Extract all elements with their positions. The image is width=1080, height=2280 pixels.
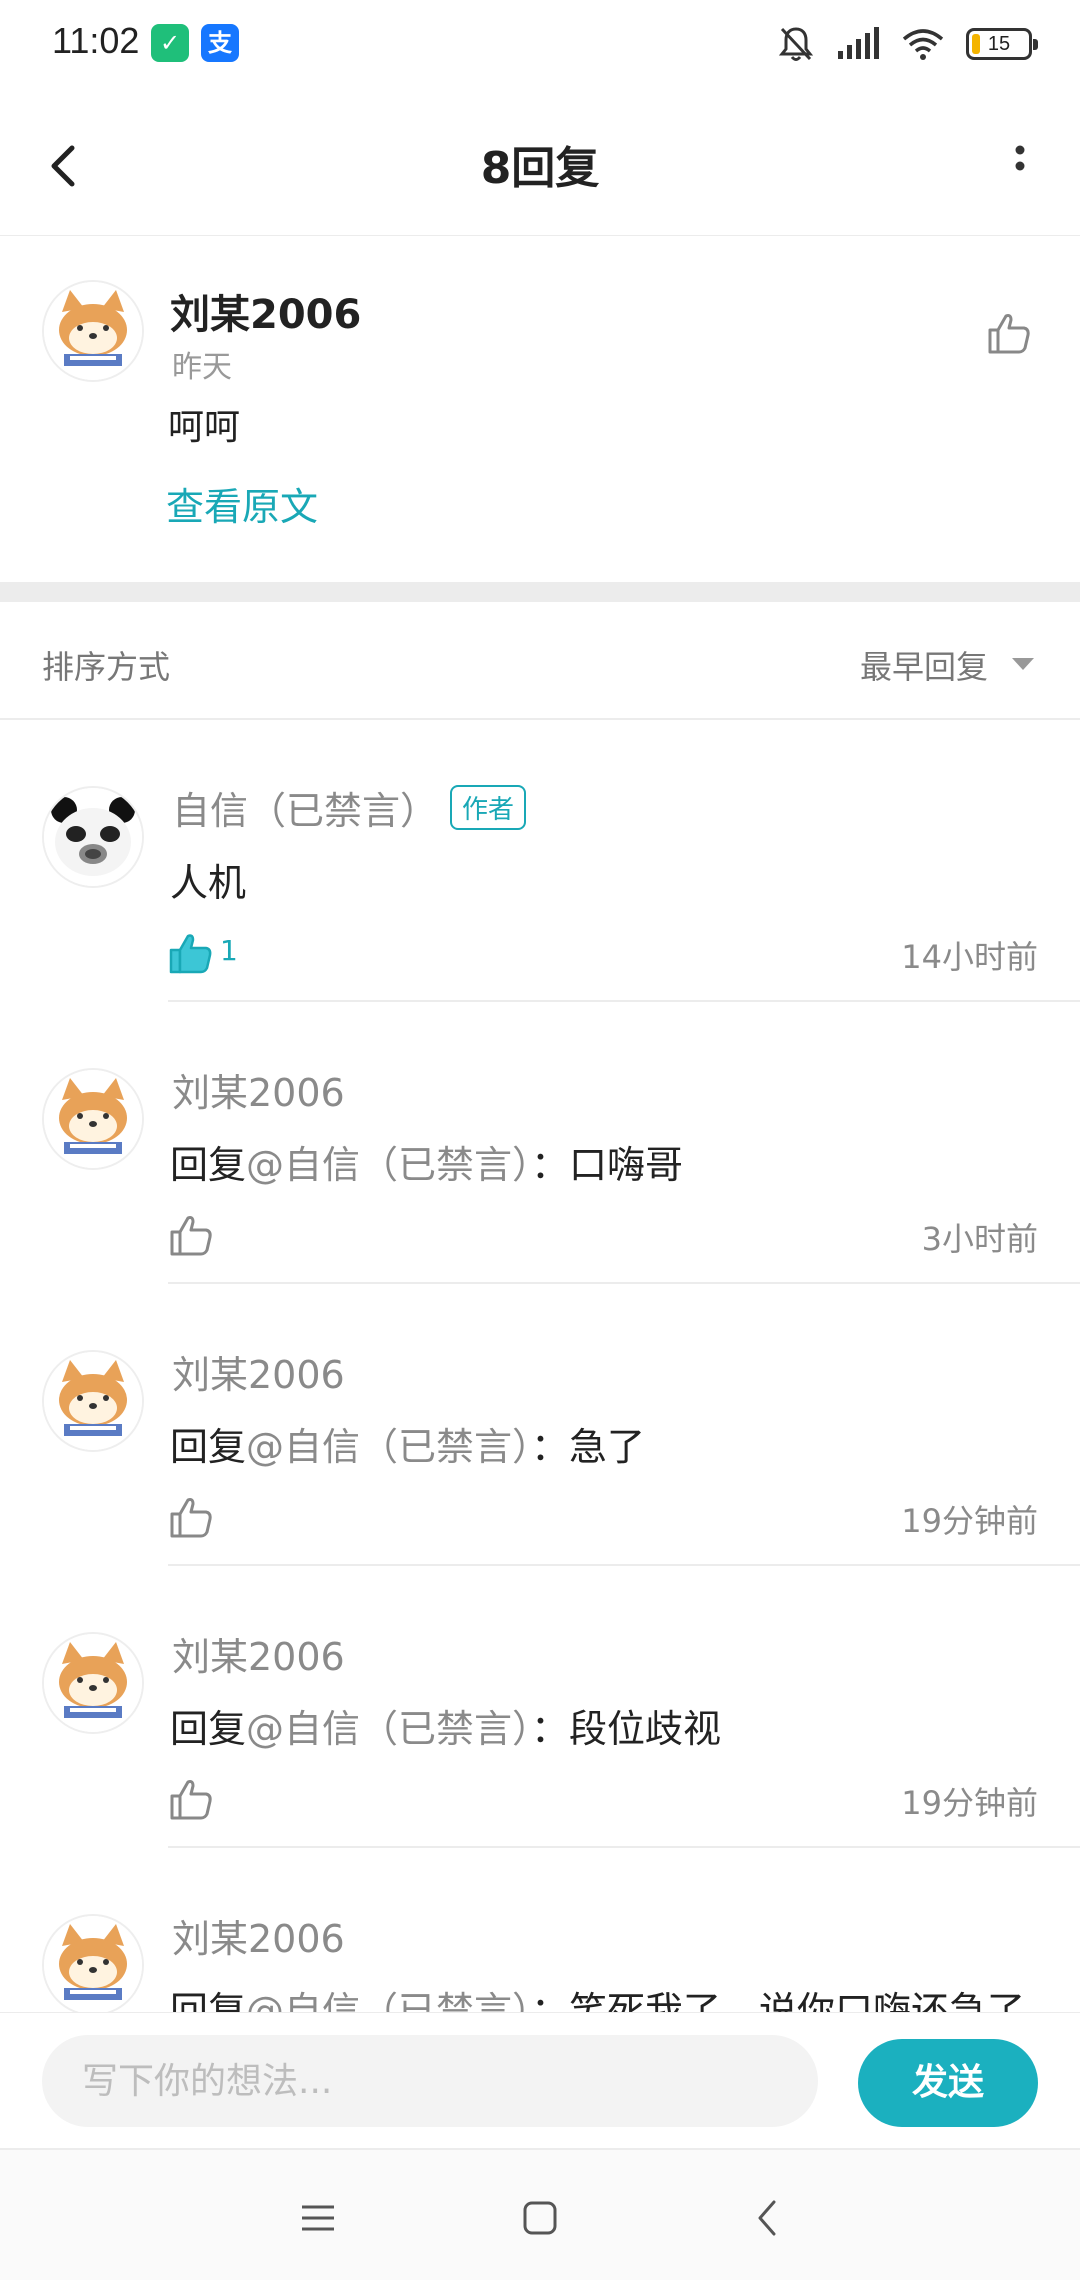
reply-time: 14小时前 — [901, 938, 1038, 976]
reply-text: 回复@自信（已禁言）：笑死我了，说你口嗨还急了 — [170, 1980, 1025, 2012]
reply-text: 回复@自信（已禁言）：段位歧视 — [170, 1698, 721, 1753]
home-icon[interactable] — [512, 2190, 568, 2246]
reply-item: 刘某2006 回复@自信（已禁言）：口嗨哥 3小时前 — [0, 1002, 1080, 1284]
reply-text: 回复@自信（已禁言）：口嗨哥 — [170, 1134, 683, 1189]
comment-author[interactable]: 刘某2006 — [170, 282, 361, 340]
reply-item: 自信（已禁言） 作者 人机 1 14小时前 — [0, 720, 1080, 1002]
status-time: 11:02 — [52, 20, 140, 61]
reply-author[interactable]: 刘某2006 — [172, 1062, 345, 1117]
reply-body: ：口嗨哥 — [531, 1143, 684, 1187]
sort-bar: 排序方式 最早回复 — [0, 602, 1080, 720]
back-icon[interactable] — [740, 2190, 796, 2246]
shiba-avatar-icon — [44, 1634, 142, 1732]
view-original-link[interactable]: 查看原文 — [166, 476, 318, 531]
alipay-icon: 支 — [201, 24, 239, 62]
like-count: 1 — [220, 934, 238, 967]
comment-time: 昨天 — [172, 350, 232, 385]
menu-icon[interactable] — [290, 2190, 346, 2246]
reply-prefix: 回复 — [170, 1707, 247, 1751]
avatar[interactable] — [42, 1914, 144, 2012]
mention-link[interactable]: @自信（已禁言） — [246, 1425, 531, 1469]
avatar[interactable] — [42, 280, 144, 382]
reply-composer: 发送 — [0, 2012, 1080, 2150]
reply-prefix: 回复 — [170, 1989, 247, 2012]
reply-prefix: 回复 — [170, 1143, 247, 1187]
caret-down-icon[interactable] — [1012, 658, 1034, 670]
thumbs-up-icon[interactable] — [166, 1210, 216, 1260]
reply-item: 刘某2006 回复@自信（已禁言）：急了 19分钟前 — [0, 1284, 1080, 1566]
reply-body: ：急了 — [531, 1425, 646, 1469]
battery-icon: 15 — [966, 28, 1038, 60]
send-button[interactable]: 发送 — [858, 2039, 1038, 2127]
shiba-avatar-icon — [44, 1070, 142, 1168]
shiba-avatar-icon — [44, 1916, 142, 2012]
reply-body: ：笑死我了，说你口嗨还急了 — [531, 1989, 1026, 2012]
reply-text: 人机 — [170, 861, 247, 905]
shiba-avatar-icon — [44, 282, 142, 380]
original-comment: 刘某2006 昨天 呵呵 查看原文 — [0, 236, 1080, 582]
reply-item: 刘某2006 回复@自信（已禁言）：笑死我了，说你口嗨还急了 — [0, 1848, 1080, 2012]
mention-link[interactable]: @自信（已禁言） — [246, 1143, 531, 1187]
thumbs-up-icon[interactable] — [166, 1774, 216, 1824]
status-bar: 11:02 ✓ 支 15 — [0, 0, 1080, 88]
mention-link[interactable]: @自信（已禁言） — [246, 1989, 531, 2012]
reply-time: 19分钟前 — [901, 1502, 1038, 1540]
reply-author[interactable]: 自信（已禁言） 作者 — [172, 780, 527, 835]
section-divider — [0, 582, 1080, 602]
comment-input[interactable] — [42, 2035, 818, 2127]
thumbs-up-icon[interactable] — [984, 308, 1034, 358]
reply-author[interactable]: 刘某2006 — [172, 1908, 345, 1963]
author-badge: 作者 — [450, 785, 527, 830]
reply-author-name[interactable]: 自信（已禁言） — [172, 789, 438, 833]
more-options-icon[interactable] — [1000, 128, 1040, 198]
mention-link[interactable]: @自信（已禁言） — [246, 1707, 531, 1751]
reply-prefix: 回复 — [170, 1425, 247, 1469]
comment-text: 呵呵 — [168, 407, 241, 448]
signal-icon — [838, 27, 879, 59]
battery-level: 15 — [987, 33, 1011, 55]
avatar[interactable] — [42, 1068, 144, 1170]
avatar[interactable] — [42, 786, 144, 888]
shiba-avatar-icon — [44, 1352, 142, 1450]
reply-time: 3小时前 — [921, 1220, 1038, 1258]
system-nav-bar — [0, 2150, 1080, 2280]
page-title: 8回复 — [480, 143, 600, 194]
security-app-icon: ✓ — [151, 24, 189, 62]
reply-body: ：段位歧视 — [531, 1707, 722, 1751]
reply-time: 19分钟前 — [901, 1784, 1038, 1822]
top-bar: 8回复 — [0, 88, 1080, 236]
panda-avatar-icon — [44, 788, 142, 886]
thumbs-up-filled-icon[interactable] — [166, 928, 216, 978]
avatar[interactable] — [42, 1632, 144, 1734]
reply-author[interactable]: 刘某2006 — [172, 1626, 345, 1681]
reply-author[interactable]: 刘某2006 — [172, 1344, 345, 1399]
mute-bell-icon — [778, 27, 814, 61]
wifi-icon — [902, 29, 944, 60]
thumbs-up-icon[interactable] — [166, 1492, 216, 1542]
avatar[interactable] — [42, 1350, 144, 1452]
reply-item: 刘某2006 回复@自信（已禁言）：段位歧视 19分钟前 — [0, 1566, 1080, 1848]
reply-text: 回复@自信（已禁言）：急了 — [170, 1416, 645, 1471]
status-indicators: 15 — [778, 22, 1038, 66]
sort-dropdown[interactable]: 最早回复 — [860, 642, 988, 688]
sort-label: 排序方式 — [42, 648, 171, 686]
